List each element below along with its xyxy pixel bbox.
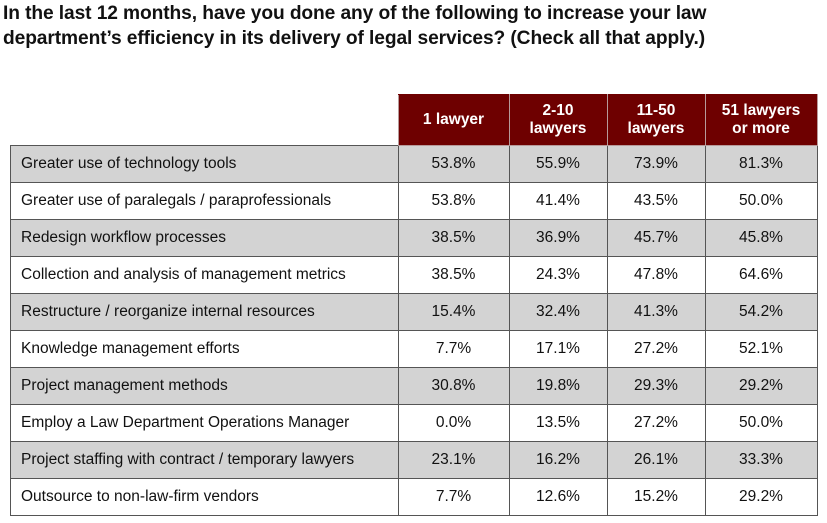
- column-header-line: 1 lawyer: [422, 111, 485, 128]
- row-label: Collection and analysis of management me…: [10, 256, 399, 294]
- value-cell: 53.8%: [397, 145, 510, 183]
- value-cell: 41.3%: [606, 293, 706, 331]
- table-row: Employ a Law Department Operations Manag…: [10, 404, 818, 442]
- value-cell: 17.1%: [508, 330, 608, 368]
- table-row: Outsource to non-law-firm vendors 7.7% 12.…: [10, 478, 818, 516]
- value-cell: 7.7%: [397, 330, 510, 368]
- column-header-11-50-lawyers: 11-50 lawyers: [606, 94, 706, 146]
- value-cell: 27.2%: [606, 330, 706, 368]
- header-row: 1 lawyer 2-10 lawyers 11-50 lawyers 51 l…: [11, 94, 818, 146]
- value-cell: 36.9%: [508, 219, 608, 257]
- table-row: Restructure / reorganize internal resour…: [10, 293, 818, 331]
- value-cell: 43.5%: [606, 182, 706, 220]
- value-cell: 45.7%: [606, 219, 706, 257]
- value-cell: 29.2%: [704, 478, 818, 516]
- value-cell: 81.3%: [704, 145, 818, 183]
- value-cell: 15.4%: [397, 293, 510, 331]
- value-cell: 30.8%: [397, 367, 510, 405]
- row-label: Greater use of paralegals / paraprofessi…: [10, 182, 399, 220]
- column-header-line: 51 lawyers: [721, 102, 801, 119]
- table-row: Redesign workflow processes 38.5% 36.9% 45.…: [10, 219, 818, 257]
- row-label: Knowledge management efforts: [10, 330, 399, 368]
- value-cell: 27.2%: [606, 404, 706, 442]
- value-cell: 54.2%: [704, 293, 818, 331]
- row-label: Employ a Law Department Operations Manag…: [10, 404, 399, 442]
- value-cell: 41.4%: [508, 182, 608, 220]
- value-cell: 52.1%: [704, 330, 818, 368]
- column-header-line: lawyers: [529, 120, 587, 137]
- value-cell: 45.8%: [704, 219, 818, 257]
- column-header-line: 2-10: [542, 102, 574, 119]
- value-cell: 13.5%: [508, 404, 608, 442]
- value-cell: 50.0%: [704, 404, 818, 442]
- value-cell: 55.9%: [508, 145, 608, 183]
- header-blank-cell: [11, 95, 399, 146]
- value-cell: 38.5%: [397, 256, 510, 294]
- table-row: Project staffing with contract / tempora…: [10, 441, 818, 479]
- column-header-1-lawyer: 1 lawyer: [397, 94, 510, 146]
- table-row: Collection and analysis of management me…: [10, 256, 818, 294]
- question-title: In the last 12 months, have you done any…: [3, 3, 707, 49]
- value-cell: 47.8%: [606, 256, 706, 294]
- value-cell: 38.5%: [397, 219, 510, 257]
- value-cell: 53.8%: [397, 182, 510, 220]
- column-header-line: lawyers: [627, 120, 685, 137]
- value-cell: 29.2%: [704, 367, 818, 405]
- value-cell: 32.4%: [508, 293, 608, 331]
- table-body: Greater use of technology tools 53.8% 55.9…: [10, 145, 818, 516]
- value-cell: 12.6%: [508, 478, 608, 516]
- value-cell: 64.6%: [704, 256, 818, 294]
- value-cell: 24.3%: [508, 256, 608, 294]
- column-header-line: or more: [732, 120, 790, 137]
- value-cell: 19.8%: [508, 367, 608, 405]
- column-header-51-lawyers-or-more: 51 lawyers or more: [704, 94, 818, 146]
- value-cell: 73.9%: [606, 145, 706, 183]
- value-cell: 16.2%: [508, 441, 608, 479]
- row-label: Redesign workflow processes: [10, 219, 399, 257]
- column-header-2-10-lawyers: 2-10 lawyers: [508, 94, 608, 146]
- value-cell: 29.3%: [606, 367, 706, 405]
- value-cell: 23.1%: [397, 441, 510, 479]
- value-cell: 7.7%: [397, 478, 510, 516]
- value-cell: 50.0%: [704, 182, 818, 220]
- column-header-line: 11-50: [636, 102, 676, 119]
- value-cell: 0.0%: [397, 404, 510, 442]
- value-cell: 33.3%: [704, 441, 818, 479]
- row-label: Project management methods: [10, 367, 399, 405]
- row-label: Restructure / reorganize internal resour…: [10, 293, 399, 331]
- table-row: Greater use of paralegals / paraprofessi…: [10, 182, 818, 220]
- table-row: Knowledge management efforts 7.7% 17.1% 27.…: [10, 330, 818, 368]
- value-cell: 26.1%: [606, 441, 706, 479]
- table-row: Project management methods 30.8% 19.8% 29.3…: [10, 367, 818, 405]
- results-table: 1 lawyer 2-10 lawyers 11-50 lawyers 51 l…: [10, 94, 818, 516]
- value-cell: 15.2%: [606, 478, 706, 516]
- row-label: Outsource to non-law-firm vendors: [10, 478, 399, 516]
- row-label: Greater use of technology tools: [10, 145, 399, 183]
- row-label: Project staffing with contract / tempora…: [10, 441, 399, 479]
- table-row: Greater use of technology tools 53.8% 55.9…: [10, 145, 818, 183]
